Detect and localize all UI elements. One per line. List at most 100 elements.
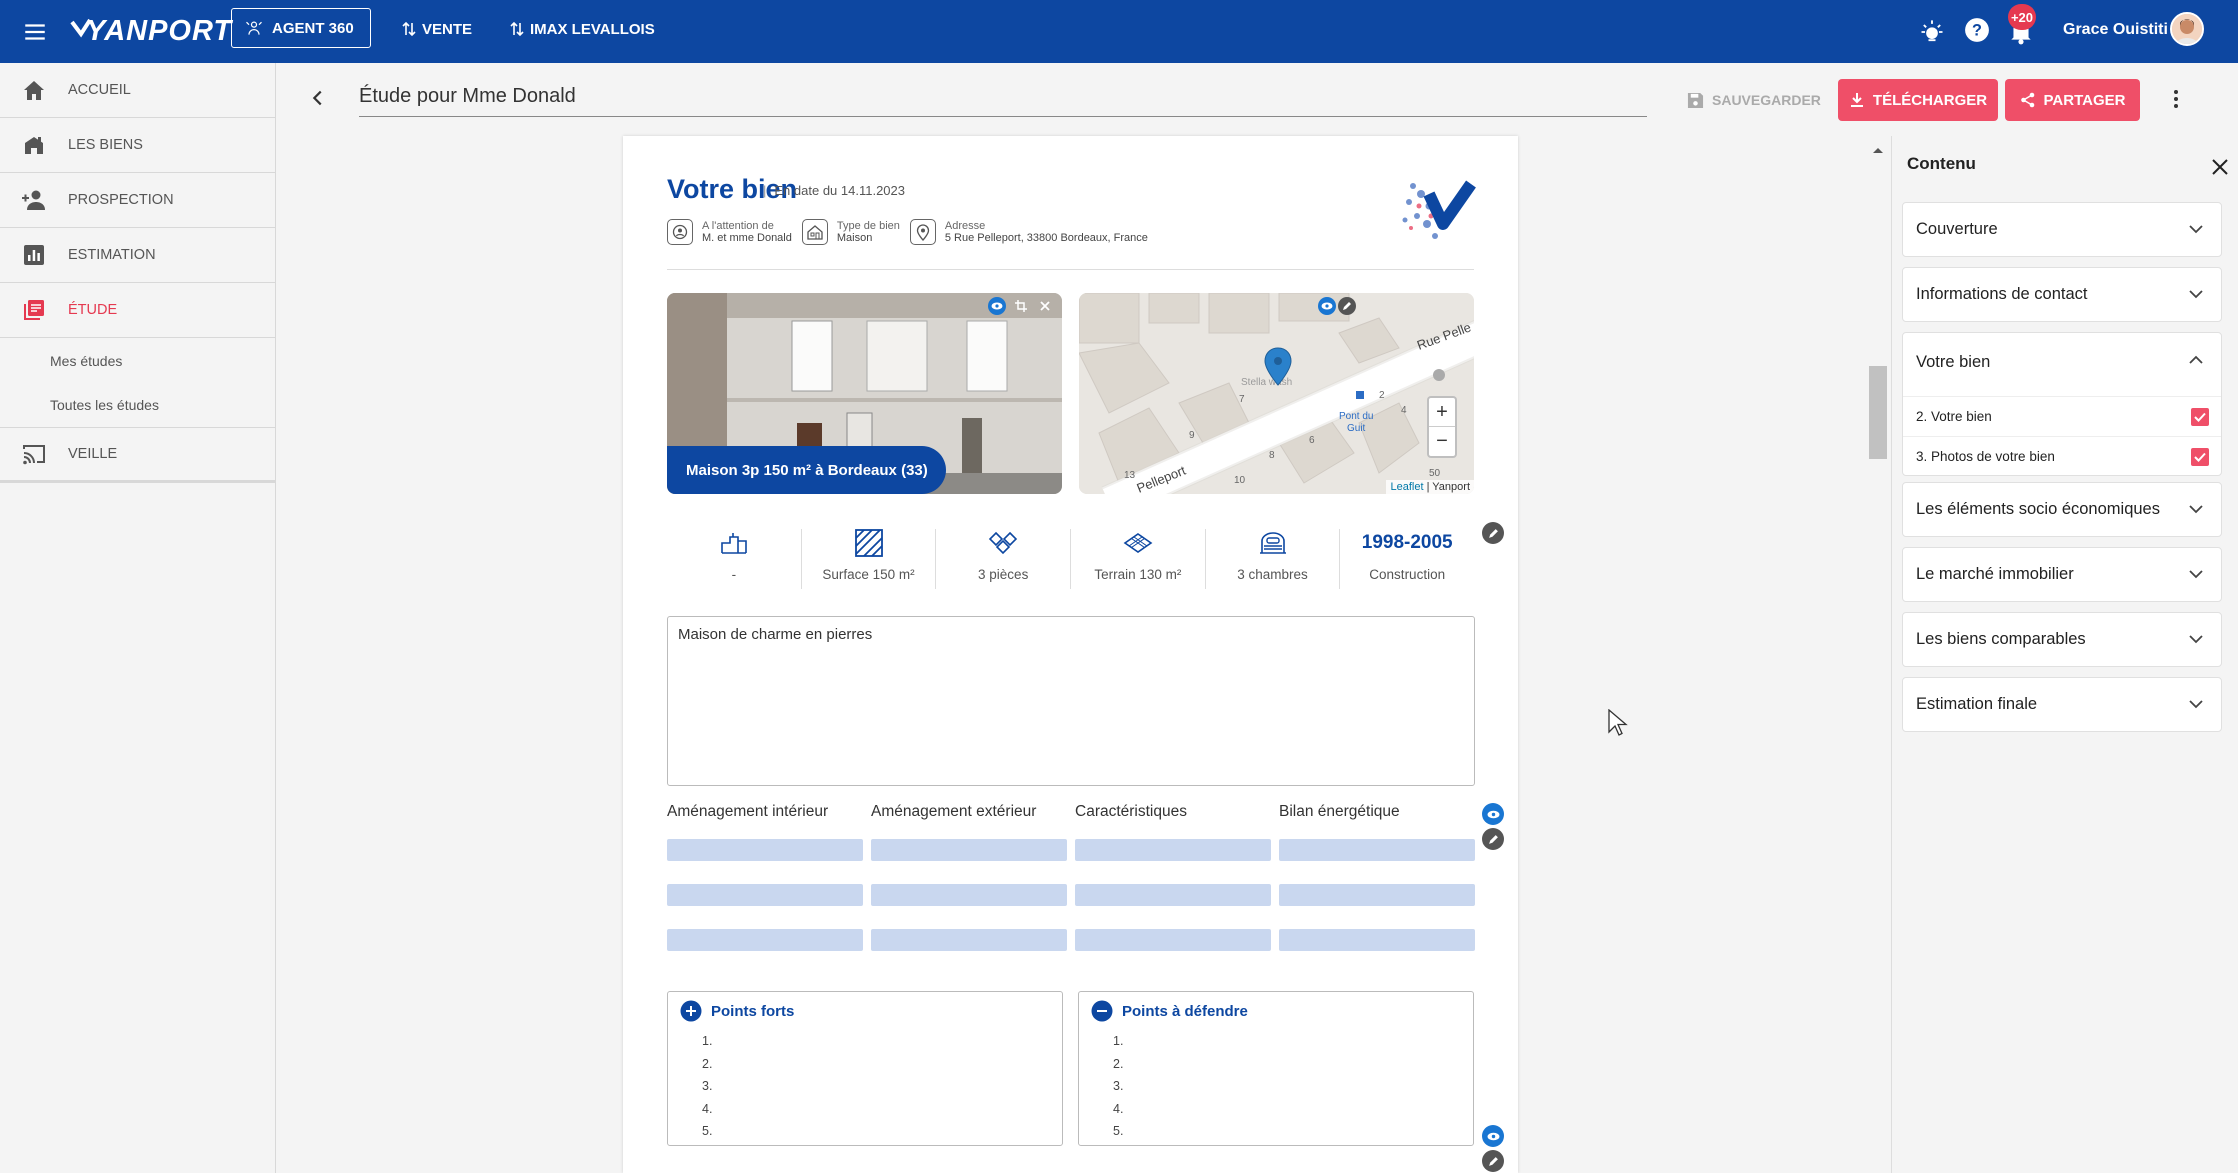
list-item[interactable]: 3. (702, 1075, 712, 1098)
description-textarea[interactable]: Maison de charme en pierres (667, 616, 1475, 786)
list-item[interactable]: 1. (1113, 1030, 1123, 1053)
sidebar-item-etude[interactable]: ÉTUDE (0, 283, 275, 338)
leaflet-link[interactable]: Leaflet (1390, 481, 1423, 493)
back-arrow-icon[interactable] (307, 87, 329, 109)
nav-vente[interactable]: VENTE (402, 17, 472, 41)
eye-icon[interactable] (988, 297, 1006, 315)
subsection-photos[interactable]: 3. Photos de votre bien (1903, 436, 2221, 476)
share-button[interactable]: PARTAGER (2005, 79, 2140, 121)
checkbox-checked[interactable] (2191, 448, 2209, 466)
section-label[interactable]: Votre bien (1916, 353, 1990, 372)
eye-icon[interactable] (1482, 803, 1504, 825)
sidebar-item-estimation[interactable]: ESTIMATION (0, 228, 275, 283)
list-item[interactable]: 1. (702, 1030, 712, 1053)
more-vert-icon[interactable] (2173, 89, 2179, 109)
svg-text:9: 9 (1189, 430, 1195, 441)
points-defendre-box[interactable]: Points à défendre 1. 2. 3. 4. 5. (1078, 991, 1474, 1146)
section-contact[interactable]: Informations de contact (1902, 267, 2222, 322)
scrollbar-thumb[interactable] (1869, 366, 1887, 459)
info-address: Adresse 5 Rue Pelleport, 33800 Bordeaux, … (909, 219, 1148, 245)
svg-text:2: 2 (1379, 390, 1385, 401)
svg-text:13: 13 (1124, 470, 1136, 481)
sidebar-item-accueil[interactable]: ACCUEIL (0, 63, 275, 118)
eye-icon[interactable] (1318, 297, 1336, 315)
save-button[interactable]: SAUVEGARDER (1687, 85, 1821, 115)
agent-icon (246, 21, 262, 35)
section-label: Estimation finale (1916, 695, 2038, 713)
user-name[interactable]: Grace Ouistiti (2063, 19, 2168, 41)
svg-text:?: ? (1972, 21, 1982, 39)
app-logo[interactable]: YANPORT (70, 14, 232, 48)
chevron-up-icon[interactable] (2189, 355, 2203, 364)
rooms-icon (988, 529, 1018, 557)
bar-chart-icon (0, 245, 68, 265)
subsection-votre-bien[interactable]: 2. Votre bien (1903, 396, 2221, 436)
sidebar-item-label: ESTIMATION (68, 247, 156, 263)
document-scrollbar[interactable] (1866, 136, 1890, 1173)
svg-text:10: 10 (1234, 475, 1246, 486)
list-item[interactable]: 2. (702, 1053, 712, 1076)
section-estimation[interactable]: Estimation finale (1902, 677, 2222, 732)
section-marche[interactable]: Le marché immobilier (1902, 547, 2222, 602)
edit-pencil-icon[interactable] (1482, 522, 1504, 544)
property-photo[interactable]: Maison 3p 150 m² à Bordeaux (33) (667, 293, 1062, 494)
points-forts-list: 1. 2. 3. 4. 5. (702, 1030, 712, 1143)
download-button[interactable]: TÉLÉCHARGER (1838, 79, 1998, 121)
section-socio-eco[interactable]: Les éléments socio économiques (1902, 482, 2222, 537)
list-item[interactable]: 3. (1113, 1075, 1123, 1098)
property-specs: - Surface 150 m² 3 pièces Terrain 130 m²… (667, 529, 1474, 609)
eye-icon[interactable] (1482, 1125, 1504, 1147)
spec-surface: Surface 150 m² (802, 529, 937, 589)
list-item[interactable]: 4. (1113, 1098, 1123, 1121)
list-item[interactable]: 5. (1113, 1120, 1123, 1143)
share-button-label: PARTAGER (2043, 91, 2126, 109)
document-date: | En date du 14.11.2023 (763, 183, 905, 198)
points-defendre-label: Points à défendre (1122, 1002, 1248, 1020)
svg-text:6: 6 (1309, 435, 1315, 446)
list-item[interactable]: 4. (702, 1098, 712, 1121)
sidebar-item-prospection[interactable]: PROSPECTION (0, 173, 275, 228)
chevron-down-icon (2189, 570, 2203, 579)
section-couverture[interactable]: Couverture (1902, 202, 2222, 257)
photo-caption: Maison 3p 150 m² à Bordeaux (33) (667, 446, 946, 494)
nav-vente-label: VENTE (422, 20, 473, 38)
edit-pencil-icon[interactable] (1338, 297, 1356, 315)
help-icon[interactable]: ? (1964, 17, 1990, 43)
study-title-input[interactable]: Étude pour Mme Donald (359, 81, 1647, 117)
location-map[interactable]: Rue Pelle Pelleport Stella wash Pont du … (1079, 293, 1474, 494)
list-item[interactable]: 5. (702, 1120, 712, 1143)
subsection-label: 3. Photos de votre bien (1916, 449, 2055, 464)
edit-pencil-icon[interactable] (1482, 828, 1504, 850)
save-button-label: SAUVEGARDER (1712, 92, 1821, 108)
sidebar-item-les-biens[interactable]: LES BIENS (0, 118, 275, 173)
sidebar-item-veille[interactable]: VEILLE (0, 428, 275, 483)
skeleton-bar (1279, 839, 1475, 861)
section-label: Les biens comparables (1916, 630, 2086, 648)
bed-icon (1259, 529, 1287, 557)
sidebar-sub-toutes-etudes[interactable]: Toutes les études (0, 383, 275, 428)
swap-icon (510, 21, 524, 37)
nav-agency[interactable]: IMAX LEVALLOIS (510, 17, 655, 41)
points-forts-box[interactable]: Points forts 1. 2. 3. 4. 5. (667, 991, 1063, 1146)
scroll-up-icon[interactable] (1866, 140, 1890, 160)
zoom-out-button[interactable]: − (1429, 427, 1455, 456)
chevron-down-icon (2189, 700, 2203, 709)
list-item[interactable]: 2. (1113, 1053, 1123, 1076)
edit-pencil-icon[interactable] (1482, 1150, 1504, 1172)
bulb-icon[interactable] (1918, 18, 1946, 46)
attribution-text: | Yanport (1423, 481, 1470, 493)
checkbox-checked[interactable] (2191, 408, 2209, 426)
menu-icon[interactable] (22, 18, 50, 46)
zoom-in-button[interactable]: + (1429, 398, 1455, 427)
crop-icon[interactable] (1012, 297, 1030, 315)
sidebar-sub-mes-etudes[interactable]: Mes études (0, 338, 275, 383)
spec-value: 3 chambres (1237, 567, 1308, 582)
section-comparables[interactable]: Les biens comparables (1902, 612, 2222, 667)
svg-text:7: 7 (1239, 394, 1245, 405)
avatar[interactable] (2170, 12, 2204, 46)
spec-bedrooms: 3 chambres (1206, 529, 1341, 589)
content-panel: Contenu Couverture Informations de conta… (1891, 136, 2238, 1173)
agent-360-button[interactable]: AGENT 360 (231, 8, 371, 48)
close-icon[interactable] (1036, 297, 1054, 315)
close-icon[interactable] (2211, 158, 2229, 176)
